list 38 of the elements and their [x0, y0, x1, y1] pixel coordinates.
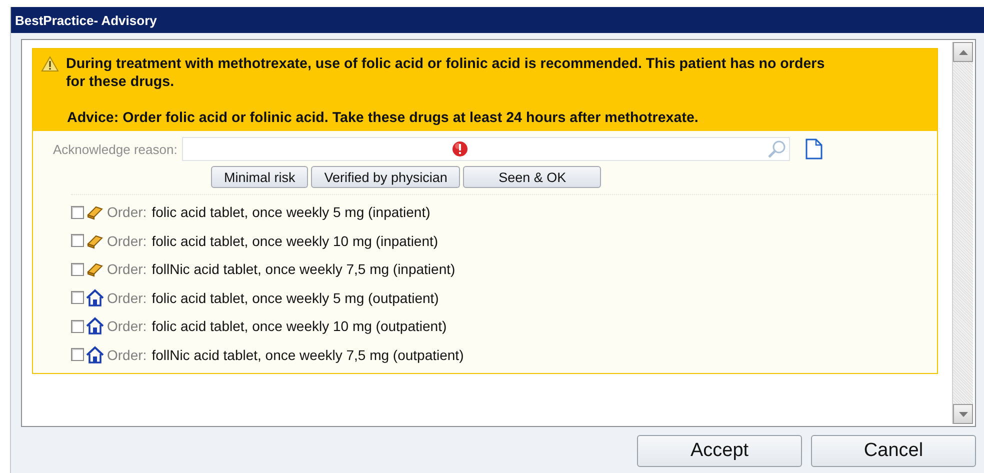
house-icon [86, 288, 104, 307]
scroll-down-icon [958, 412, 968, 416]
error-icon [452, 141, 468, 157]
checkbox[interactable] [71, 320, 84, 333]
scrollbar[interactable] [952, 42, 973, 424]
warning-icon [41, 56, 59, 72]
checkbox[interactable] [71, 234, 84, 248]
reason-button[interactable]: Minimal risk [211, 166, 308, 188]
order-text: folic acid tablet, once weekly 5 mg (outpatient) [152, 290, 439, 306]
order-text: follNic acid tablet, once weekly 7,5 mg (outpatient) [152, 346, 464, 363]
advice-text: Advice: Order folic acid or folinic acid. Take these drugs at least 24 hours after methotrexate. [66, 109, 700, 127]
checkbox[interactable] [71, 206, 84, 219]
search-icon [767, 139, 788, 159]
checkbox[interactable] [71, 348, 84, 362]
acknowledge-field[interactable] [182, 137, 790, 161]
order-label: Order: [107, 261, 147, 278]
dialog-button[interactable]: Cancel [811, 435, 976, 467]
dialog-button[interactable]: Accept [637, 435, 802, 467]
checkbox[interactable] [71, 262, 84, 276]
order-label: Order: [107, 318, 147, 334]
order-label: Order: [107, 346, 147, 363]
order-text: folic acid tablet, once weekly 5 mg (inpatient) [152, 204, 430, 220]
order-label: Order: [107, 204, 147, 220]
reason-button[interactable]: Seen & OK [463, 166, 602, 188]
house-icon [86, 346, 104, 364]
document-icon [805, 138, 824, 160]
field-label: Acknowledge reason: [53, 142, 178, 156]
order-text: follNic acid tablet, once weekly 7,5 mg (inpatient) [152, 261, 456, 278]
order-text: folic acid tablet, once weekly 10 mg (outpatient) [152, 318, 447, 334]
alert-message: During treatment with methotrexate, use of folic acid or folinic acid is recommended. This patient has no orders for these drugs. [66, 55, 826, 92]
window-title: BestPractice- Advisory [15, 12, 157, 28]
scroll-up-icon [958, 50, 968, 54]
house-icon [86, 317, 104, 336]
order-label: Order: [107, 232, 147, 249]
checkbox[interactable] [71, 291, 84, 304]
reason-button[interactable]: Verified by physician [311, 166, 460, 188]
order-label: Order: [107, 290, 147, 306]
order-text: folic acid tablet, once weekly 10 mg (inpatient) [152, 232, 438, 249]
